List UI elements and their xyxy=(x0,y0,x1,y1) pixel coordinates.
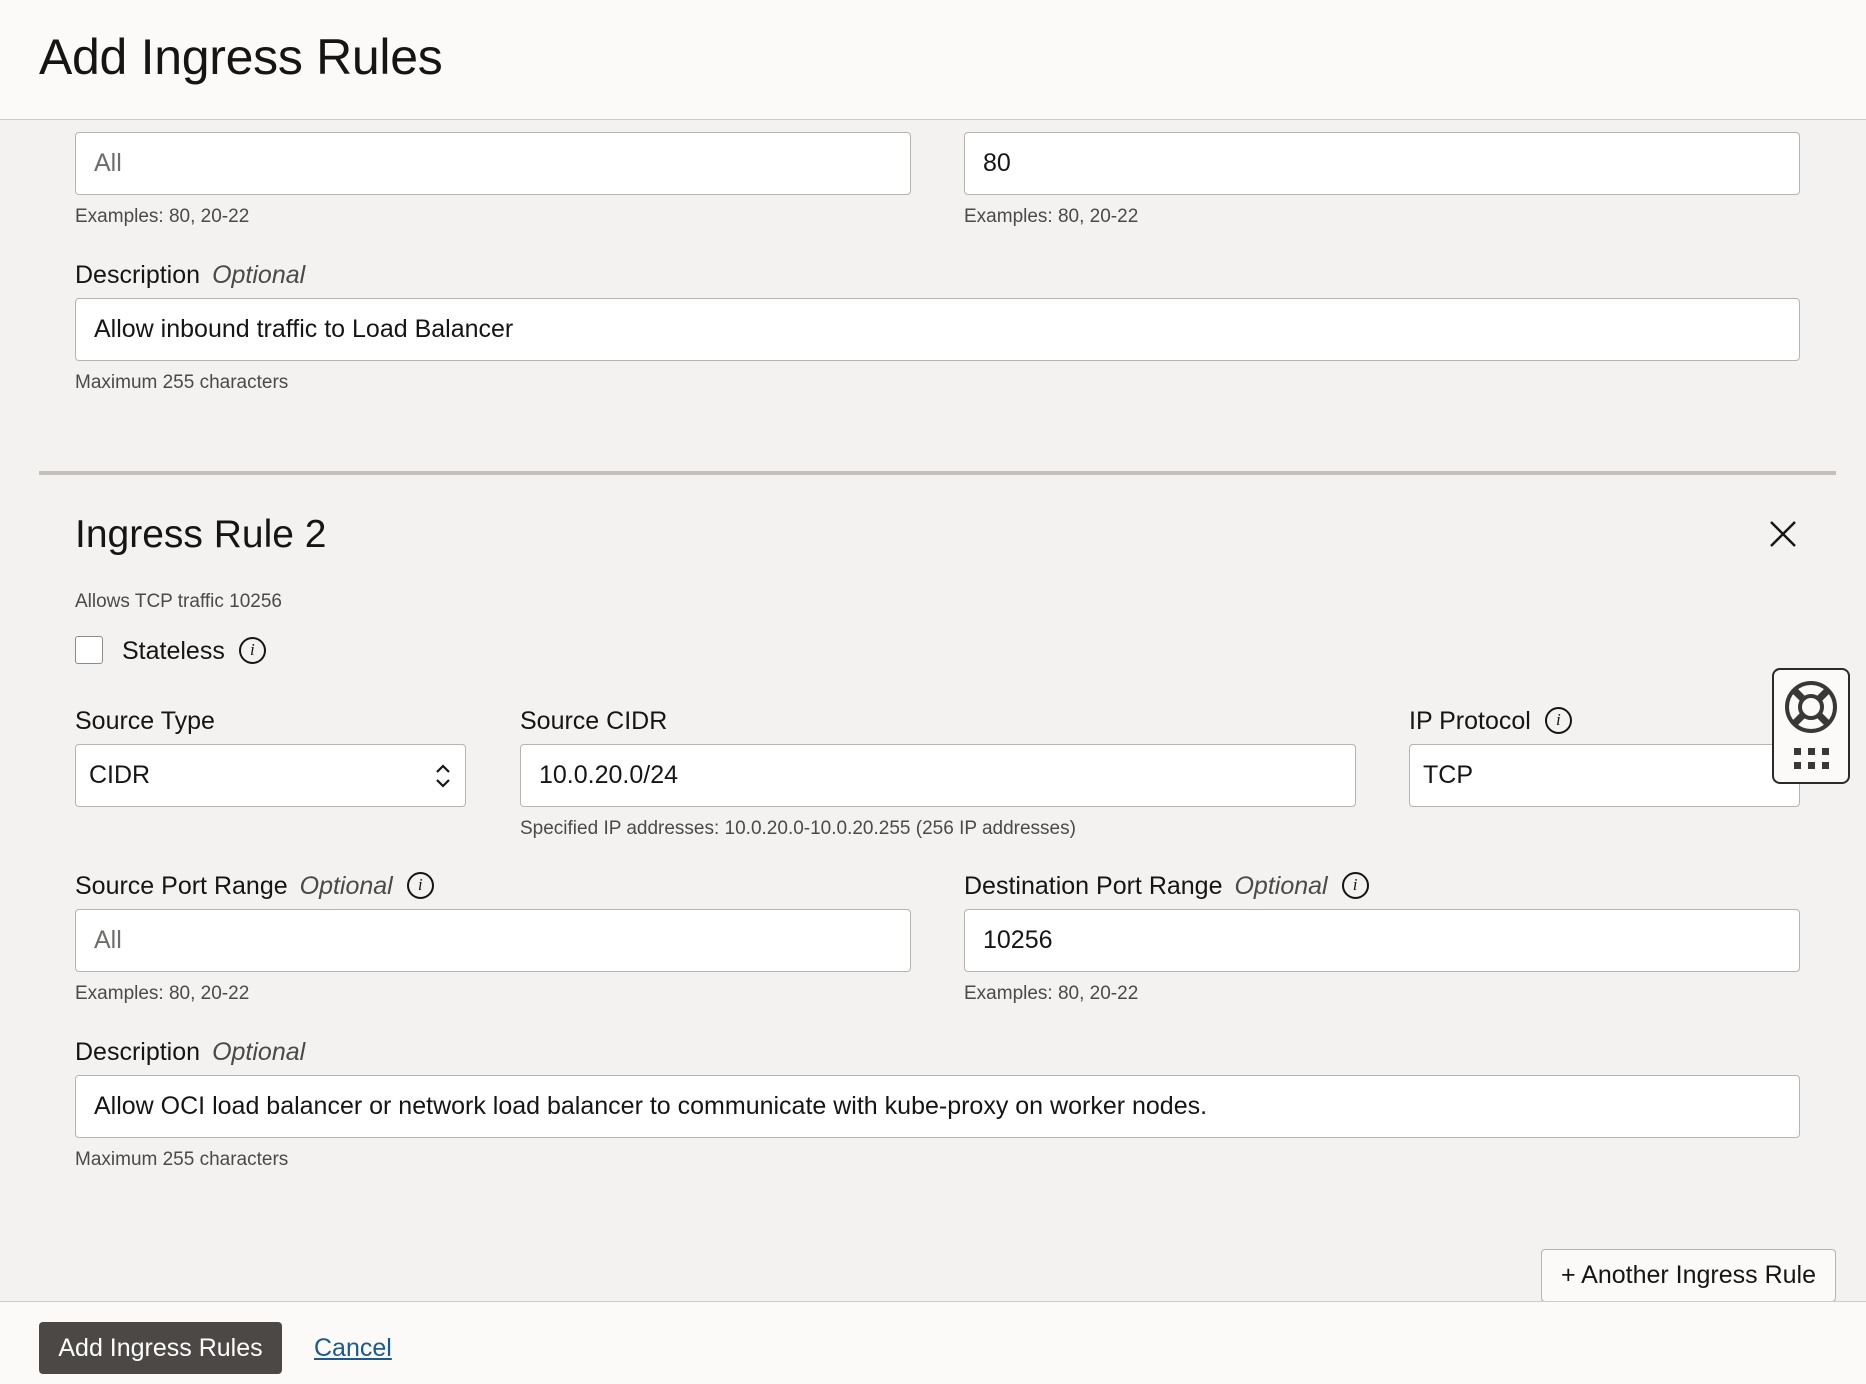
rule1-description-hint: Maximum 255 characters xyxy=(75,372,289,393)
dialog-header: Add Ingress Rules xyxy=(0,0,1866,120)
close-icon xyxy=(1770,521,1796,547)
source-port-range-input[interactable]: All xyxy=(75,909,911,972)
stateless-checkbox[interactable] xyxy=(75,636,103,664)
dialog-content[interactable]: All Examples: 80, 20-22 80 Examples: 80,… xyxy=(0,121,1866,1301)
rule2-summary: Allows TCP traffic 10256 xyxy=(75,591,282,612)
lifebuoy-icon[interactable] xyxy=(1782,678,1840,736)
info-icon[interactable]: i xyxy=(1544,706,1572,734)
rule1-source-port-range-input[interactable]: All xyxy=(75,132,911,195)
destination-port-range-input[interactable]: 10256 xyxy=(964,909,1800,972)
rule2-description-hint: Maximum 255 characters xyxy=(75,1149,289,1170)
stateless-label: Stateless i xyxy=(122,636,266,666)
destination-port-range-label: Destination Port Range Optional i xyxy=(964,871,1369,901)
rule1-destination-port-range-hint: Examples: 80, 20-22 xyxy=(964,206,1139,227)
cancel-link[interactable]: Cancel xyxy=(314,1334,392,1363)
rule1-destination-port-range-input[interactable]: 80 xyxy=(964,132,1800,195)
source-type-label: Source Type xyxy=(75,707,215,735)
rule2-description-input[interactable]: Allow OCI load balancer or network load … xyxy=(75,1075,1800,1138)
help-widget[interactable] xyxy=(1772,668,1850,784)
source-cidr-label: Source CIDR xyxy=(520,707,668,735)
info-icon[interactable]: i xyxy=(1341,871,1369,899)
optional-tag: Optional xyxy=(212,1038,306,1066)
info-icon[interactable]: i xyxy=(406,871,434,899)
source-cidr-input[interactable]: 10.0.20.0/24 xyxy=(520,744,1356,807)
optional-tag: Optional xyxy=(212,261,306,289)
remove-rule2-button[interactable] xyxy=(1766,517,1800,551)
updown-chevron-icon xyxy=(436,764,450,788)
rule1-source-port-range-hint: Examples: 80, 20-22 xyxy=(75,206,250,227)
rule1-description-label: Description Optional xyxy=(75,261,306,289)
add-another-ingress-rule-button[interactable]: + Another Ingress Rule xyxy=(1541,1249,1836,1301)
grid-icon[interactable] xyxy=(1792,746,1832,772)
ip-protocol-label: IP Protocol i xyxy=(1409,706,1572,736)
add-ingress-rules-button[interactable]: Add Ingress Rules xyxy=(39,1322,282,1374)
rule2-description-label: Description Optional xyxy=(75,1038,306,1066)
page-title: Add Ingress Rules xyxy=(39,29,443,85)
optional-tag: Optional xyxy=(299,872,393,900)
optional-tag: Optional xyxy=(1234,872,1328,900)
info-icon[interactable]: i xyxy=(238,636,266,664)
ip-protocol-select[interactable]: TCP xyxy=(1409,744,1800,807)
source-cidr-hint: Specified IP addresses: 10.0.20.0-10.0.2… xyxy=(520,818,1076,839)
rule-divider xyxy=(39,471,1836,475)
destination-port-range-hint: Examples: 80, 20-22 xyxy=(964,983,1139,1004)
rule2-title: Ingress Rule 2 xyxy=(75,513,327,556)
rule1-source-port-range-label-clipped xyxy=(75,121,455,123)
source-port-range-label: Source Port Range Optional i xyxy=(75,871,434,901)
source-port-range-hint: Examples: 80, 20-22 xyxy=(75,983,250,1004)
dialog-footer: Add Ingress Rules Cancel xyxy=(0,1301,1866,1384)
rule1-description-input[interactable]: Allow inbound traffic to Load Balancer xyxy=(75,298,1800,361)
source-type-select[interactable]: CIDR xyxy=(75,744,466,807)
